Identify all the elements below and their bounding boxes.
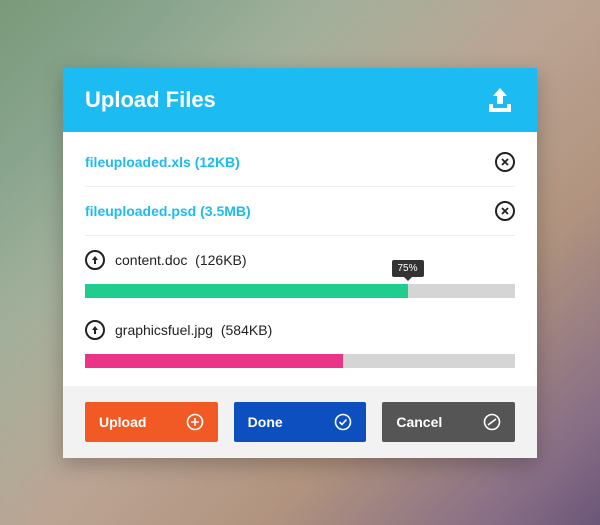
file-label: content.doc (126KB) xyxy=(115,252,247,268)
progress-tooltip: 75% xyxy=(391,260,423,277)
uploaded-file-row: fileuploaded.psd (3.5MB) xyxy=(85,187,515,236)
dialog-title: Upload Files xyxy=(85,87,216,113)
upload-button[interactable]: Upload xyxy=(85,402,218,442)
uploading-file-row: content.doc (126KB) 75% xyxy=(85,236,515,306)
progress-bar xyxy=(85,354,515,368)
upload-arrow-icon xyxy=(85,320,105,340)
cancel-button-label: Cancel xyxy=(396,414,442,430)
file-label: graphicsfuel.jpg (584KB) xyxy=(115,322,272,338)
upload-dialog: Upload Files fileuploaded.xls (12KB) fil… xyxy=(63,68,537,458)
progress-fill xyxy=(85,354,343,368)
file-label: fileuploaded.xls (12KB) xyxy=(85,154,240,170)
uploaded-file-row: fileuploaded.xls (12KB) xyxy=(85,138,515,187)
check-circle-icon xyxy=(334,413,352,431)
upload-arrow-icon xyxy=(85,250,105,270)
file-list: fileuploaded.xls (12KB) fileuploaded.psd… xyxy=(63,132,537,376)
done-button[interactable]: Done xyxy=(234,402,367,442)
upload-button-label: Upload xyxy=(99,414,146,430)
cancel-circle-icon xyxy=(483,413,501,431)
dialog-footer: Upload Done Cancel xyxy=(63,386,537,458)
plus-circle-icon xyxy=(186,413,204,431)
done-button-label: Done xyxy=(248,414,283,430)
progress-fill xyxy=(85,284,408,298)
upload-icon[interactable] xyxy=(485,86,515,114)
uploading-file-row: graphicsfuel.jpg (584KB) xyxy=(85,306,515,376)
file-label: fileuploaded.psd (3.5MB) xyxy=(85,203,251,219)
dialog-header: Upload Files xyxy=(63,68,537,132)
progress-bar: 75% xyxy=(85,284,515,298)
remove-file-button[interactable] xyxy=(495,201,515,221)
remove-file-button[interactable] xyxy=(495,152,515,172)
cancel-button[interactable]: Cancel xyxy=(382,402,515,442)
